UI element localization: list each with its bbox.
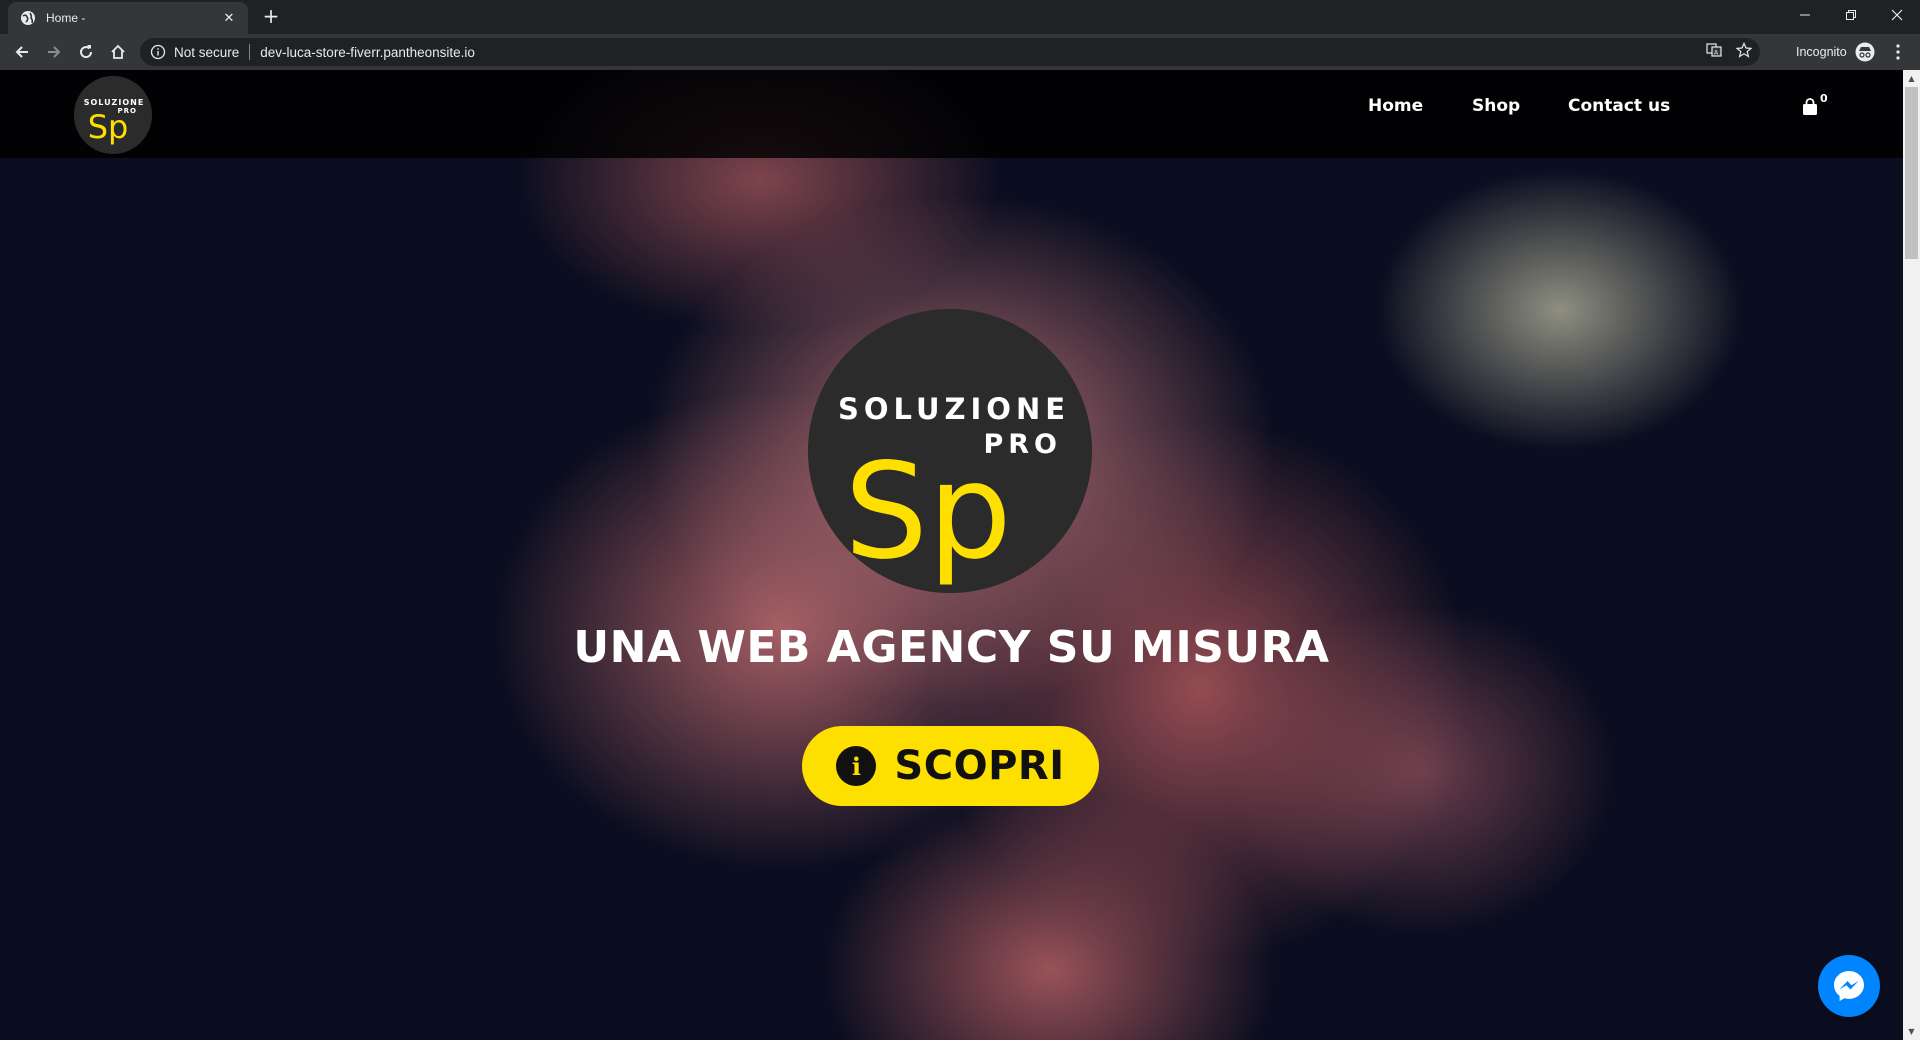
tab-close-icon[interactable]: ✕: [220, 9, 238, 27]
incognito-label: Incognito: [1796, 45, 1847, 59]
address-bar[interactable]: Not secure dev-luca-store-fiverr.pantheo…: [140, 38, 1760, 66]
browser-tab-strip: Home - ✕ +: [0, 0, 1920, 34]
reload-icon[interactable]: [72, 38, 100, 66]
messenger-chat-button[interactable]: [1818, 955, 1880, 1017]
not-secure-label: Not secure: [174, 44, 240, 60]
hero-logo: SOLUZIONE PRO Sp: [808, 309, 1092, 593]
incognito-indicator[interactable]: Incognito: [1796, 38, 1875, 66]
browser-menu-icon[interactable]: [1886, 38, 1910, 66]
close-window-icon[interactable]: [1874, 0, 1920, 30]
minimize-icon[interactable]: [1782, 0, 1828, 30]
back-arrow-icon[interactable]: [8, 38, 36, 66]
nav-item-contact-us[interactable]: Contact us: [1568, 96, 1670, 116]
info-icon[interactable]: [150, 44, 166, 60]
translate-icon[interactable]: A: [1706, 42, 1722, 58]
site-logo[interactable]: SOLUZIONE PRO Sp: [74, 76, 152, 154]
restore-icon[interactable]: [1828, 0, 1874, 30]
scroll-down-arrow-icon[interactable]: ▼: [1903, 1023, 1920, 1040]
browser-tab-home[interactable]: Home - ✕: [8, 2, 248, 34]
home-icon[interactable]: [104, 38, 132, 66]
nav-item-shop[interactable]: Shop: [1472, 96, 1520, 116]
cart-count-badge: 0: [1820, 92, 1828, 105]
hero-logo-monogram: Sp: [844, 435, 1012, 589]
logo-text-soluzione: SOLUZIONE: [84, 98, 145, 107]
url-text[interactable]: dev-luca-store-fiverr.pantheonsite.io: [260, 45, 475, 60]
scrollbar-thumb[interactable]: [1905, 87, 1918, 259]
scopri-button[interactable]: i SCOPRI: [802, 726, 1099, 806]
scopri-button-label: SCOPRI: [894, 743, 1065, 789]
hero-logo-text-soluzione: SOLUZIONE: [838, 392, 1070, 426]
info-circle-icon: i: [836, 746, 877, 786]
page-viewport: SOLUZIONE PRO Sp Home Shop Contact us 0 …: [0, 70, 1903, 1040]
hero-title: UNA WEB AGENCY SU MISURA: [573, 622, 1330, 673]
incognito-icon: [1855, 42, 1875, 62]
messenger-icon: [1834, 971, 1864, 1001]
scroll-up-arrow-icon[interactable]: ▲: [1903, 70, 1920, 87]
nav-item-home[interactable]: Home: [1368, 96, 1423, 116]
site-header: SOLUZIONE PRO Sp Home Shop Contact us 0: [0, 70, 1903, 158]
new-tab-button[interactable]: +: [260, 6, 282, 28]
cart-button[interactable]: 0: [1802, 92, 1828, 124]
bookmark-star-icon[interactable]: [1736, 42, 1752, 58]
tab-title: Home -: [46, 11, 86, 25]
page-scrollbar[interactable]: ▲ ▼: [1903, 70, 1920, 1040]
browser-toolbar: Not secure dev-luca-store-fiverr.pantheo…: [0, 34, 1920, 70]
shopping-bag-icon: [1803, 98, 1817, 115]
globe-icon: [21, 11, 35, 25]
logo-monogram: Sp: [88, 108, 129, 146]
divider: [249, 44, 251, 60]
forward-arrow-icon[interactable]: [40, 38, 68, 66]
